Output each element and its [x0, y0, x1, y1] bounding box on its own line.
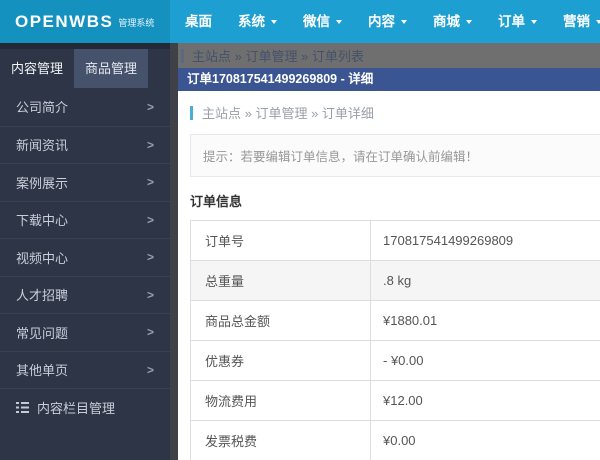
menu-item[interactable]: 商城 — [420, 0, 485, 43]
breadcrumb-accent-bar — [181, 49, 184, 63]
breadcrumb-accent-bar — [190, 106, 193, 120]
order-detail-panel: 主站点 » 订单管理 » 订单详细 提示：若要编辑订单信息，请在订单确认前编辑！… — [178, 91, 600, 460]
section-title: 订单信息 — [190, 191, 600, 210]
breadcrumb: 主站点 » 订单管理 » 订单列表 — [192, 46, 364, 65]
menu-item-label: 营销 — [563, 0, 590, 43]
sidebar-item-content-columns[interactable]: 内容栏目管理 — [0, 388, 170, 426]
sidebar-item-label: 视频中心 — [16, 248, 68, 267]
chevron-right-icon: > — [147, 363, 154, 377]
sidebar-item-label: 下载中心 — [16, 210, 68, 229]
field-label: 物流费用 — [191, 381, 371, 421]
main-content: 主站点 » 订单管理 » 订单列表 订单170817541499269809 -… — [178, 43, 600, 460]
field-value: - ¥0.00 — [371, 341, 600, 381]
chevron-down-icon — [466, 20, 472, 24]
field-value: ¥0.00 — [371, 421, 600, 460]
sidebar-item[interactable]: 公司简介 > — [0, 88, 170, 126]
dimmed-breadcrumb-strip: 主站点 » 订单管理 » 订单列表 — [178, 43, 600, 68]
field-label: 订单号 — [191, 221, 371, 261]
menu-item[interactable]: 订单 — [485, 0, 550, 43]
tip-message: 提示：若要编辑订单信息，请在订单确认前编辑！ — [190, 134, 600, 177]
sidebar-item-label: 新闻资讯 — [16, 135, 68, 154]
logo-text: OPENWBS — [15, 12, 113, 32]
menu-item-label: 订单 — [498, 0, 525, 43]
detail-breadcrumb: 主站点 » 订单管理 » 订单详细 — [190, 103, 600, 122]
sidebar-item[interactable]: 下载中心 > — [0, 201, 170, 239]
sidebar-item[interactable]: 人才招聘 > — [0, 276, 170, 314]
sidebar: 内容管理 商品管理 公司简介 > 新闻资讯 > 案例展示 > 下载中心 > — [0, 43, 170, 460]
menu-item-label: 系统 — [238, 0, 265, 43]
tab-content-manage[interactable]: 内容管理 — [0, 49, 74, 88]
field-value: .8 kg — [371, 261, 600, 301]
field-value: 170817541499269809 — [371, 221, 600, 261]
table-row: 商品总金额 ¥1880.01 — [191, 301, 600, 341]
menu-item[interactable]: 系统 — [225, 0, 290, 43]
chevron-down-icon — [271, 20, 277, 24]
sidebar-item[interactable]: 其他单页 > — [0, 351, 170, 389]
table-row: 订单号 170817541499269809 — [191, 221, 600, 261]
table-row: 物流费用 ¥12.00 — [191, 381, 600, 421]
menu-item-label: 商城 — [433, 0, 460, 43]
table-row: 总重量 .8 kg — [191, 261, 600, 301]
sidebar-item[interactable]: 案例展示 > — [0, 163, 170, 201]
sidebar-item-label: 常见问题 — [16, 323, 68, 342]
menu-item-label: 桌面 — [185, 0, 212, 43]
chevron-right-icon: > — [147, 325, 154, 339]
menu-item[interactable]: 营销 — [550, 0, 600, 43]
chevron-right-icon: > — [147, 250, 154, 264]
order-info-table: 订单号 170817541499269809 总重量 .8 kg 商品总金额 ¥… — [190, 220, 600, 460]
menu-item[interactable]: 桌面 — [172, 0, 225, 43]
chevron-right-icon: > — [147, 138, 154, 152]
field-label: 优惠券 — [191, 341, 371, 381]
chevron-down-icon — [336, 20, 342, 24]
field-value: ¥1880.01 — [371, 301, 600, 341]
content-gutter — [170, 43, 178, 460]
table-row: 发票税费 ¥0.00 — [191, 421, 600, 460]
sidebar-item-label: 内容栏目管理 — [37, 398, 115, 417]
chevron-down-icon — [531, 20, 537, 24]
chevron-right-icon: > — [147, 288, 154, 302]
field-label: 总重量 — [191, 261, 371, 301]
table-row: 优惠券 - ¥0.00 — [191, 341, 600, 381]
chevron-down-icon — [596, 20, 600, 24]
sidebar-tabs: 内容管理 商品管理 — [0, 49, 170, 88]
sidebar-menu: 公司简介 > 新闻资讯 > 案例展示 > 下载中心 > 视频中心 > — [0, 88, 170, 388]
chevron-right-icon: > — [147, 100, 154, 114]
sidebar-item-label: 案例展示 — [16, 173, 68, 192]
breadcrumb: 主站点 » 订单管理 » 订单详细 — [202, 103, 374, 122]
top-navbar: OPENWBS 管理系统 桌面 系统 微信 内容 商 — [0, 0, 600, 43]
list-icon — [16, 402, 29, 413]
sidebar-item[interactable]: 常见问题 > — [0, 313, 170, 351]
sidebar-item[interactable]: 新闻资讯 > — [0, 126, 170, 164]
field-value: ¥12.00 — [371, 381, 600, 421]
field-label: 商品总金额 — [191, 301, 371, 341]
menu-item-label: 微信 — [303, 0, 330, 43]
app-logo: OPENWBS 管理系统 — [0, 0, 170, 43]
sidebar-item-label: 公司简介 — [16, 97, 68, 116]
sidebar-item-label: 其他单页 — [16, 360, 68, 379]
tab-product-manage[interactable]: 商品管理 — [74, 49, 148, 88]
chevron-right-icon: > — [147, 175, 154, 189]
chevron-right-icon: > — [147, 213, 154, 227]
menu-item[interactable]: 微信 — [290, 0, 355, 43]
chevron-down-icon — [401, 20, 407, 24]
main-menu: 桌面 系统 微信 内容 商城 订单 — [170, 0, 600, 43]
field-label: 发票税费 — [191, 421, 371, 460]
sidebar-item[interactable]: 视频中心 > — [0, 238, 170, 276]
order-detail-title: 订单170817541499269809 - 详细 — [187, 72, 373, 86]
order-detail-title-bar: 订单170817541499269809 - 详细 — [178, 68, 600, 91]
sidebar-item-label: 人才招聘 — [16, 285, 68, 304]
menu-item[interactable]: 内容 — [355, 0, 420, 43]
menu-item-label: 内容 — [368, 0, 395, 43]
logo-suffix: 管理系统 — [118, 16, 154, 29]
